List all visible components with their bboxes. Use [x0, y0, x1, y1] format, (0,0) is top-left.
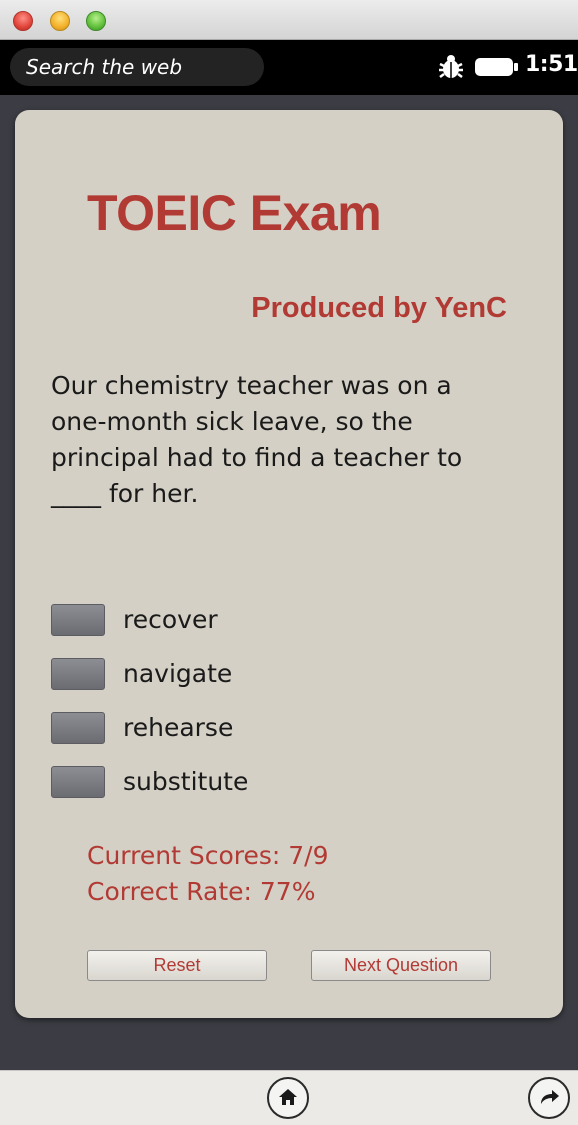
- answer-option-label: recover: [123, 605, 218, 634]
- bottom-toolbar: [0, 1070, 578, 1125]
- answer-option-button[interactable]: [51, 766, 105, 798]
- answer-option[interactable]: navigate: [51, 656, 511, 710]
- app-window: Search the web 1:51 TOEIC Exam Produced …: [0, 0, 578, 1125]
- answer-option-button[interactable]: [51, 604, 105, 636]
- answer-option-button[interactable]: [51, 658, 105, 690]
- answer-option-label: substitute: [123, 767, 249, 796]
- minimize-window-button[interactable]: [50, 11, 70, 31]
- window-titlebar: [0, 0, 578, 40]
- answer-options: recover navigate rehearse substitute: [51, 602, 511, 818]
- answer-option-button[interactable]: [51, 712, 105, 744]
- device-status-bar: Search the web 1:51: [0, 40, 578, 95]
- correct-rate-text: Correct Rate: 77%: [87, 877, 316, 906]
- question-text: Our chemistry teacher was on a one-month…: [51, 371, 463, 508]
- home-button[interactable]: [267, 1077, 309, 1119]
- answer-option[interactable]: rehearse: [51, 710, 511, 764]
- reset-button[interactable]: Reset: [87, 950, 267, 981]
- current-score-text: Current Scores: 7/9: [87, 841, 329, 870]
- battery-icon: [475, 58, 518, 76]
- search-input[interactable]: Search the web: [10, 48, 264, 86]
- answer-option-label: navigate: [123, 659, 233, 688]
- bug-icon: [439, 55, 463, 78]
- answer-option[interactable]: recover: [51, 602, 511, 656]
- redo-icon: [541, 1090, 559, 1104]
- score-summary: Current Scores: 7/9 Correct Rate: 77%: [87, 838, 329, 910]
- next-question-button[interactable]: Next Question: [311, 950, 491, 981]
- home-icon: [279, 1089, 297, 1105]
- page-title: TOEIC Exam: [87, 185, 382, 241]
- clock-time: 1:51: [525, 52, 578, 77]
- redo-button[interactable]: [528, 1077, 570, 1119]
- exam-card: TOEIC Exam Produced by YenC Our chemistr…: [15, 110, 563, 1018]
- page-subtitle: Produced by YenC: [251, 292, 507, 324]
- zoom-window-button[interactable]: [86, 11, 106, 31]
- search-placeholder: Search the web: [26, 55, 183, 79]
- answer-option[interactable]: substitute: [51, 764, 511, 818]
- answer-option-label: rehearse: [123, 713, 234, 742]
- close-window-button[interactable]: [13, 11, 33, 31]
